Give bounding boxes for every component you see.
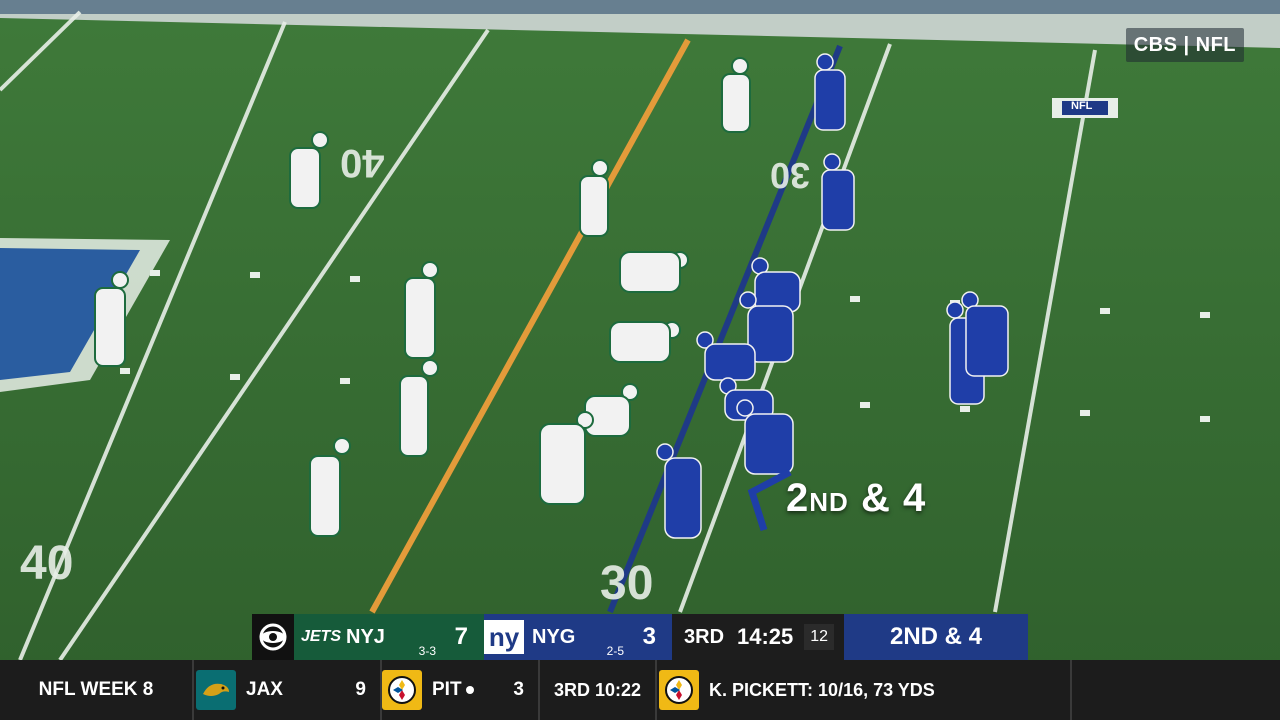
- ticker-away-abbr: JAX: [246, 679, 283, 700]
- scorebug-away-team: JETS NYJ 7 3-3: [294, 614, 484, 660]
- jets-logo-icon: JETS: [300, 628, 341, 645]
- possession-indicator: [465, 685, 474, 694]
- away-record: 3-3: [418, 644, 436, 658]
- scorebug-clock: 3RD 14:25 12: [672, 614, 844, 660]
- ticker-home-score: 3: [513, 679, 524, 700]
- ticker-stat: K. PICKETT: 10/16, 73 YDS: [657, 660, 935, 720]
- away-abbr: NYJ: [346, 625, 385, 648]
- yard-number-40-near: 40: [20, 537, 74, 590]
- overlay-down-suffix: ND: [809, 487, 849, 517]
- ticker-away-team: JAX 9: [194, 660, 380, 720]
- cbs-eye-icon: [259, 623, 287, 651]
- scorebug-home-team: ny NYG 3 2-5: [484, 614, 672, 660]
- ticker-game-status: 3RD 10:22: [554, 679, 642, 700]
- yard-number-40-far: 40: [340, 141, 385, 185]
- game-clock: 14:25: [736, 624, 794, 649]
- yard-number-30-near: 30: [600, 557, 654, 610]
- jaguars-logo-icon: [196, 670, 236, 710]
- play-clock: 12: [804, 624, 834, 650]
- giants-logo-icon: ny: [484, 620, 524, 654]
- overlay-down: 2: [786, 476, 810, 520]
- score-ticker: NFL WEEK 8 JAX 9 PIT 3 3RD 10:22 K. PICK…: [0, 660, 1280, 720]
- overlay-distance: 4: [902, 476, 927, 520]
- down-distance-overlay: 2ND & 4: [786, 476, 926, 521]
- home-record: 2-5: [606, 644, 624, 658]
- scorebug-network: [252, 614, 294, 660]
- ticker-title: NFL WEEK 8: [38, 679, 154, 700]
- overlay-amp: &: [860, 476, 891, 520]
- ticker-divider: [1070, 660, 1072, 720]
- steelers-logo-icon: [382, 670, 422, 710]
- scorebug-down-distance: 2ND & 4: [844, 614, 1028, 660]
- ticker-stat-text: K. PICKETT: 10/16, 73 YDS: [709, 679, 935, 700]
- yard-number-30-far: 30: [770, 155, 811, 196]
- ticker-home-team: PIT 3: [382, 660, 538, 720]
- nfl-shield-label: NFL: [1071, 100, 1093, 112]
- ticker-away-score: 9: [355, 679, 366, 700]
- steelers-logo-icon: [659, 670, 700, 710]
- scorebug: JETS NYJ 7 3-3 ny NYG 3 2-5 3RD 14:25 12…: [252, 614, 1028, 660]
- ticker-home-abbr: PIT: [432, 679, 492, 701]
- home-abbr: NYG: [532, 625, 576, 648]
- home-score: 3: [642, 623, 656, 650]
- away-score: 7: [454, 623, 468, 650]
- network-bug: CBS | NFL: [1125, 28, 1244, 62]
- quarter: 3RD: [684, 625, 725, 648]
